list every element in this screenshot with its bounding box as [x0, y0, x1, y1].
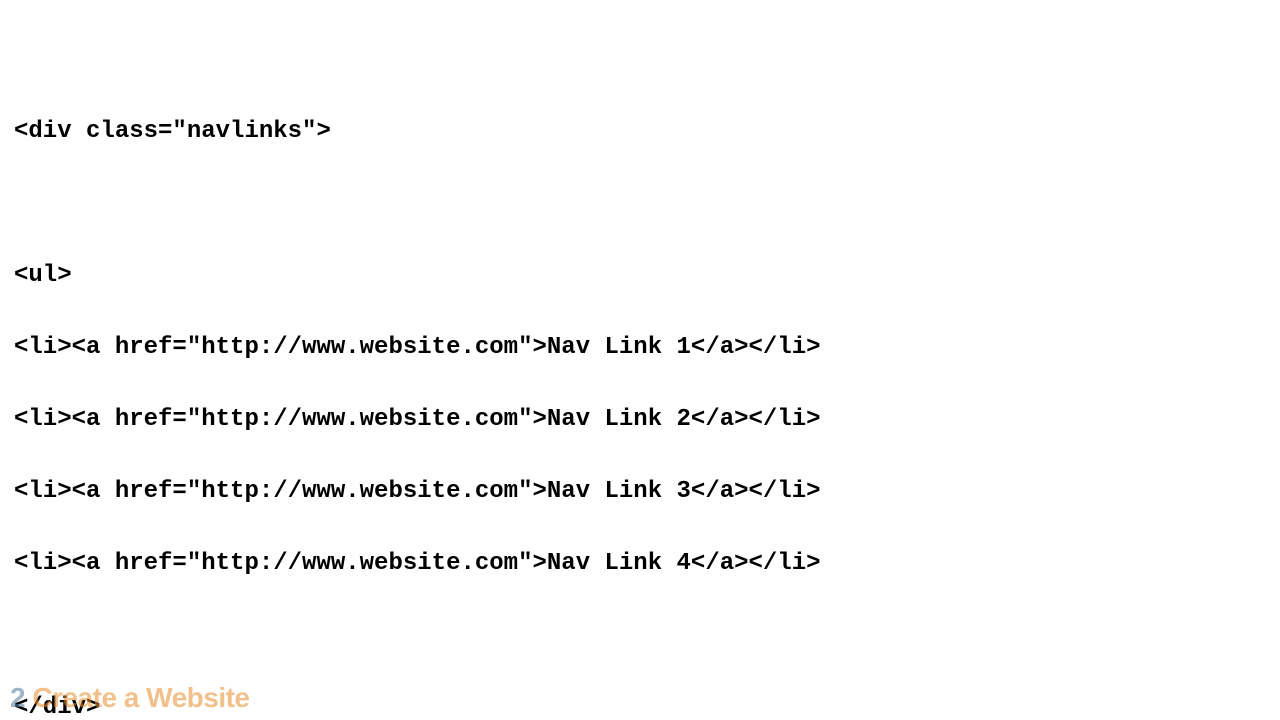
- code-line[interactable]: <li><a href="http://www.website.com">Nav…: [0, 336, 1280, 360]
- code-line[interactable]: </div>: [0, 696, 1280, 720]
- code-line[interactable]: <div class="navlinks">: [0, 120, 1280, 144]
- code-editor-area[interactable]: <div class="navlinks"> <ul> <li><a href=…: [0, 0, 1280, 720]
- code-line[interactable]: <li><a href="http://www.website.com">Nav…: [0, 480, 1280, 504]
- code-line[interactable]: <li><a href="http://www.website.com">Nav…: [0, 408, 1280, 432]
- code-line[interactable]: <li><a href="http://www.website.com">Nav…: [0, 552, 1280, 576]
- code-line[interactable]: <ul>: [0, 264, 1280, 288]
